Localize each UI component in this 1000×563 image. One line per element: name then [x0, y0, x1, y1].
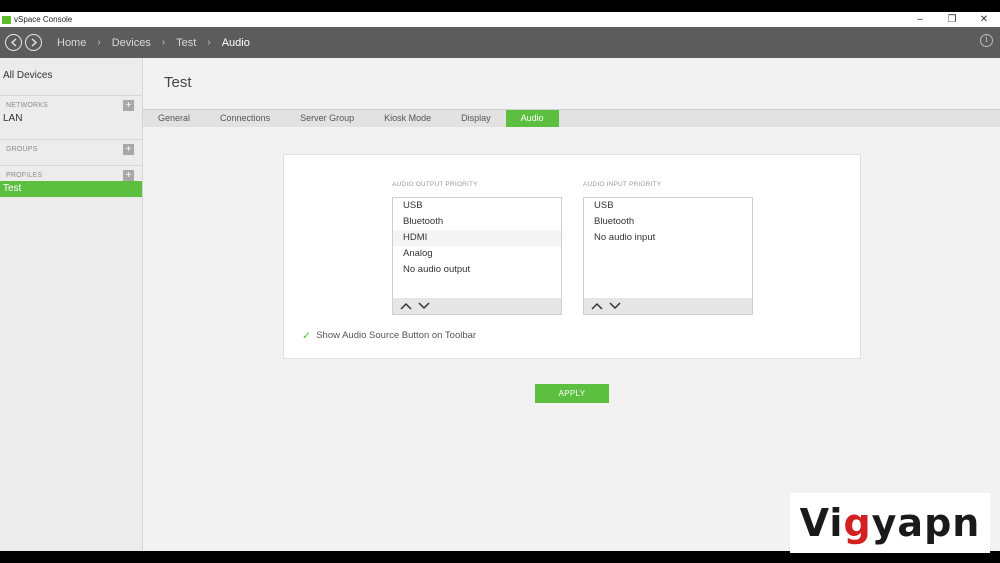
window-controls: – ❐ ✕: [904, 12, 1000, 27]
tab-bar: General Connections Server Group Kiosk M…: [143, 109, 1000, 127]
breadcrumb-separator: ›: [207, 37, 211, 48]
tab-server-group[interactable]: Server Group: [285, 110, 369, 127]
audio-input-label: AUDIO INPUT PRIORITY: [583, 181, 662, 188]
info-icon[interactable]: i: [980, 34, 993, 47]
breadcrumb-devices[interactable]: Devices: [112, 37, 151, 49]
checkmark-icon: ✓: [302, 330, 312, 342]
sidebar-item-test[interactable]: Test: [0, 181, 142, 197]
breadcrumb-audio: Audio: [221, 36, 250, 49]
list-item[interactable]: Bluetooth: [393, 214, 561, 230]
sidebar-section-groups: GROUPS +: [0, 139, 142, 159]
move-down-icon[interactable]: [608, 300, 622, 312]
list-item[interactable]: No audio input: [584, 230, 752, 246]
list-item[interactable]: No audio output: [393, 262, 561, 278]
list-item[interactable]: HDMI: [393, 230, 561, 246]
audio-settings-panel: AUDIO OUTPUT PRIORITY USB Bluetooth HDMI…: [283, 154, 861, 359]
audio-output-list[interactable]: USB Bluetooth HDMI Analog No audio outpu…: [392, 197, 562, 315]
breadcrumb-home[interactable]: Home: [57, 37, 86, 49]
move-down-icon[interactable]: [417, 300, 431, 312]
main-content: Test General Connections Server Group Ki…: [143, 58, 1000, 551]
add-network-button[interactable]: +: [123, 100, 134, 111]
tab-connections[interactable]: Connections: [205, 110, 285, 127]
section-label: NETWORKS: [6, 102, 49, 109]
page-title: Test: [164, 74, 192, 91]
list-item[interactable]: USB: [584, 198, 752, 214]
move-up-icon[interactable]: [399, 300, 413, 312]
minimize-button[interactable]: –: [904, 12, 936, 27]
nav-bar: Home › Devices › Test › Audio i: [0, 27, 1000, 58]
close-button[interactable]: ✕: [968, 12, 1000, 27]
section-label: PROFILES: [6, 172, 43, 179]
chevron-left-icon: [10, 38, 16, 47]
tab-audio[interactable]: Audio: [505, 110, 559, 127]
tab-general[interactable]: General: [143, 110, 205, 127]
input-order-controls: [584, 298, 752, 314]
list-item[interactable]: Bluetooth: [584, 214, 752, 230]
forward-button[interactable]: [25, 34, 42, 51]
show-audio-source-checkbox[interactable]: ✓ Show Audio Source Button on Toolbar: [302, 329, 476, 342]
window-title: vSpace Console: [14, 15, 73, 24]
output-order-controls: [393, 298, 561, 314]
checkbox-label: Show Audio Source Button on Toolbar: [316, 330, 477, 341]
sidebar-item-all-devices[interactable]: All Devices: [3, 70, 52, 81]
watermark-text: g: [843, 501, 872, 545]
add-group-button[interactable]: +: [123, 144, 134, 155]
watermark-text: yapn: [871, 501, 981, 545]
breadcrumb-test[interactable]: Test: [176, 37, 196, 49]
app-window: vSpace Console – ❐ ✕ Home › Devices › Te…: [0, 12, 1000, 551]
app-logo-icon: [2, 15, 11, 24]
list-item[interactable]: Analog: [393, 246, 561, 262]
section-label: GROUPS: [6, 146, 38, 153]
breadcrumb-separator: ›: [161, 37, 166, 48]
vigyapn-watermark-logo: Vi g yapn: [790, 493, 990, 553]
tab-kiosk-mode[interactable]: Kiosk Mode: [369, 110, 446, 127]
sidebar-item-lan[interactable]: LAN: [0, 111, 142, 127]
chevron-right-icon: [31, 38, 37, 47]
audio-output-label: AUDIO OUTPUT PRIORITY: [392, 181, 478, 188]
restore-button[interactable]: ❐: [936, 12, 968, 27]
audio-input-list[interactable]: USB Bluetooth No audio input: [583, 197, 753, 315]
sidebar: All Devices NETWORKS + LAN GROUPS + PROF…: [0, 58, 143, 551]
watermark-text: Vi: [799, 501, 844, 545]
move-up-icon[interactable]: [590, 300, 604, 312]
breadcrumb: Home › Devices › Test › Audio: [57, 37, 250, 49]
title-bar: vSpace Console – ❐ ✕: [0, 12, 1000, 27]
tab-display[interactable]: Display: [446, 110, 506, 127]
breadcrumb-separator: ›: [97, 37, 101, 48]
back-button[interactable]: [5, 34, 22, 51]
apply-button[interactable]: APPLY: [535, 384, 609, 403]
add-profile-button[interactable]: +: [123, 170, 134, 181]
list-item[interactable]: USB: [393, 198, 561, 214]
